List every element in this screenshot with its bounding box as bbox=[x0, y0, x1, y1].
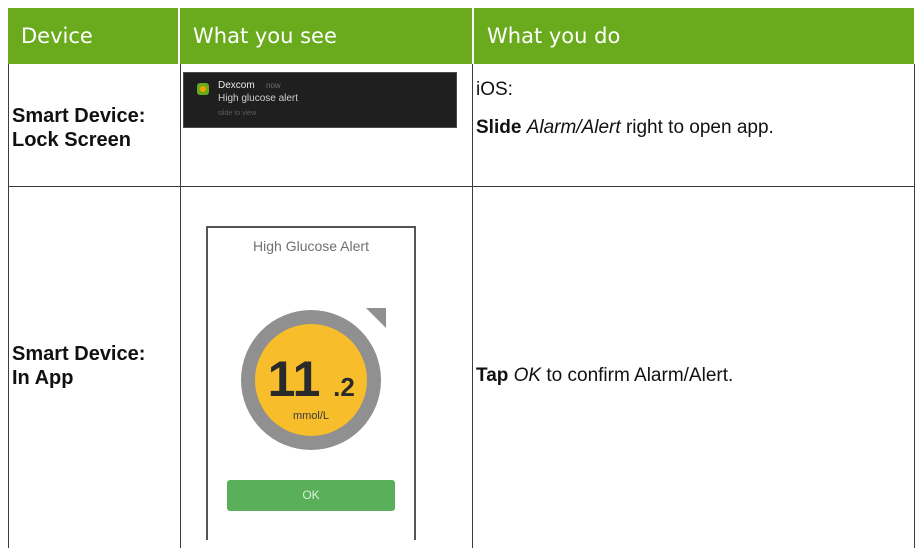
notification-app-name: Dexcom bbox=[218, 80, 255, 91]
header-what-you-see-label: What you see bbox=[193, 24, 337, 48]
dexcom-app-icon bbox=[197, 83, 209, 95]
action-object: Alarm/Alert bbox=[526, 117, 621, 138]
header-device-label: Device bbox=[21, 24, 93, 48]
header-what-you-do-label: What you do bbox=[487, 24, 621, 48]
device-label-line2: In App bbox=[12, 367, 74, 389]
device-label-line1: Smart Device: bbox=[12, 343, 146, 365]
glucose-gauge: 11 .2 mmol/L bbox=[241, 308, 386, 450]
action-verb: Slide bbox=[476, 117, 522, 138]
alert-title: High Glucose Alert bbox=[253, 238, 369, 254]
glucose-value-minor: .2 bbox=[333, 372, 355, 402]
notification-message: High glucose alert bbox=[218, 93, 299, 104]
device-label-line1: Smart Device: bbox=[12, 105, 146, 127]
glucose-value-major: 11 bbox=[268, 351, 321, 407]
row-lock-screen-device: Smart Device: Lock Screen bbox=[12, 104, 145, 152]
glucose-unit: mmol/L bbox=[293, 410, 329, 422]
column-divider-1 bbox=[180, 64, 181, 548]
row-lock-screen-platform: iOS: bbox=[476, 78, 513, 102]
row-lock-screen-action: Slide Alarm/Alert right to open app. bbox=[476, 116, 774, 140]
action-object: OK bbox=[513, 365, 542, 386]
lock-screen-notification: Dexcom now High glucose alert slide to v… bbox=[183, 72, 457, 128]
header-device: Device bbox=[8, 8, 178, 64]
notification-time: now bbox=[266, 81, 281, 90]
ok-button[interactable]: OK bbox=[227, 480, 395, 511]
notification-subtext: slide to view bbox=[218, 110, 257, 117]
action-verb: Tap bbox=[476, 365, 509, 386]
table-border-right bbox=[914, 64, 915, 548]
device-label-line2: Lock Screen bbox=[12, 129, 131, 151]
gauge-trend-corner bbox=[366, 308, 386, 328]
row-in-app-action: Tap OK to confirm Alarm/Alert. bbox=[476, 364, 733, 388]
row-in-app-device: Smart Device: In App bbox=[12, 342, 145, 390]
action-rest: right to open app. bbox=[625, 117, 774, 138]
column-divider-2 bbox=[472, 64, 473, 548]
action-platform: iOS: bbox=[476, 79, 513, 100]
instruction-table bbox=[8, 8, 914, 548]
action-rest: to confirm Alarm/Alert. bbox=[546, 365, 734, 386]
in-app-screen: High Glucose Alert 11 .2 mmol/L OK bbox=[206, 226, 416, 540]
header-what-you-do: What you do bbox=[474, 8, 914, 64]
header-what-you-see: What you see bbox=[180, 8, 472, 64]
table-border-left bbox=[8, 64, 9, 548]
row-divider bbox=[8, 186, 915, 187]
